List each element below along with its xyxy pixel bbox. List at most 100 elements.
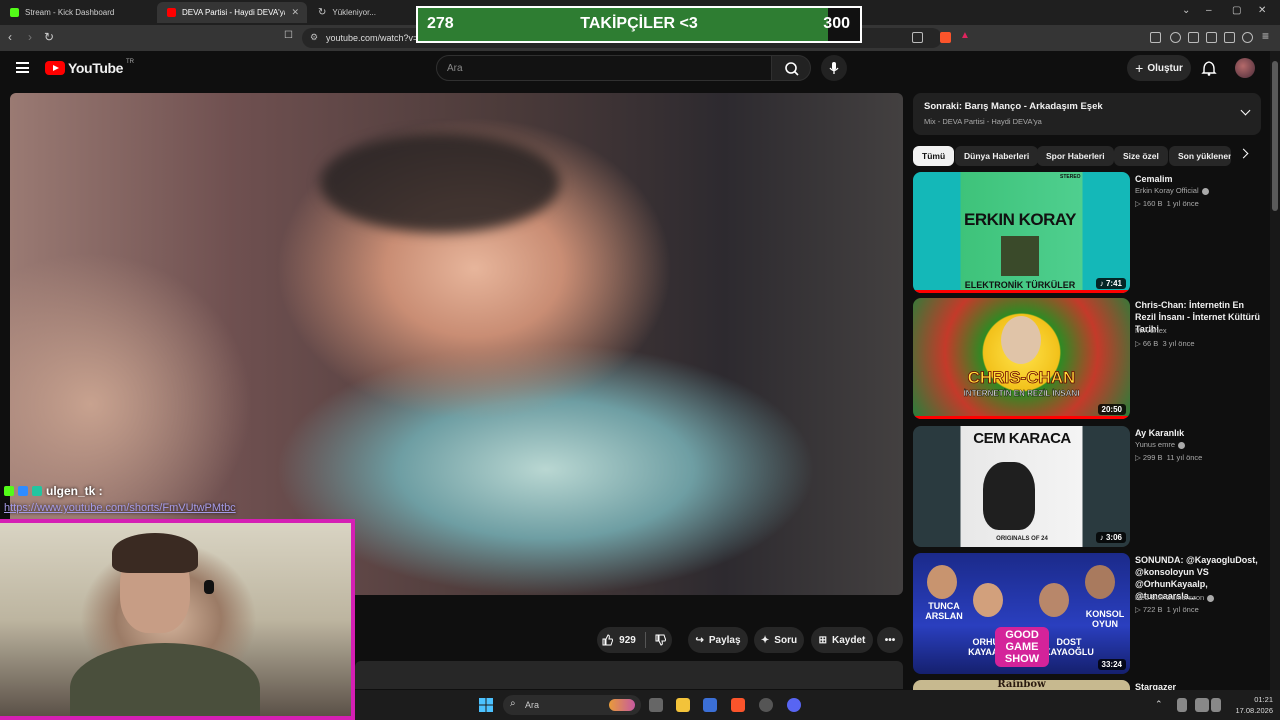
headset-mic-icon <box>204 580 214 594</box>
menu-icon[interactable]: ≡ <box>1262 29 1269 43</box>
rec-meta: ▷ 722 B 1 yıl önce <box>1135 605 1199 614</box>
task-view-icon[interactable] <box>649 698 663 712</box>
sidebar-icon[interactable] <box>1188 32 1199 43</box>
ask-button[interactable]: ✦ Soru <box>754 627 804 653</box>
like-button[interactable]: 929 <box>602 634 636 646</box>
tray-chevron-icon[interactable]: ⌃ <box>1155 699 1163 710</box>
cast-icon[interactable] <box>912 32 923 43</box>
rec-thumbnail[interactable]: Rainbow <box>913 680 1130 690</box>
scrollbar-thumb[interactable] <box>1272 61 1278 211</box>
chip-world-news[interactable]: Dünya Haberleri <box>955 146 1039 166</box>
rec-thumbnail[interactable]: TUNCA ARSLAN ORHUN KAYAALP DOST KAYAOĞLU… <box>913 553 1130 674</box>
maximize-icon[interactable]: ▢ <box>1232 5 1241 16</box>
taskbar-clock[interactable]: 01:21 17.08.2026 <box>1223 694 1273 716</box>
up-next-panel[interactable]: Sonraki: Barış Manço - Arkadaşım Eşek Mi… <box>913 93 1261 135</box>
obs-icon[interactable] <box>759 698 773 712</box>
thumbs-down-icon[interactable] <box>655 634 667 646</box>
thumbnail-subtext: ELEKTRONİK TÜRKÜLER <box>964 280 1076 290</box>
search-input[interactable]: Ara <box>436 55 772 81</box>
host-name: DOST KAYAOĞLU <box>1044 637 1094 657</box>
rec-channel[interactable]: Erkin Koray Official <box>1135 186 1209 195</box>
guide-menu-icon[interactable] <box>16 62 29 73</box>
rec-channel[interactable]: Mr.Vortex <box>1135 326 1167 335</box>
tab-youtube[interactable]: DEVA Partisi - Haydi DEVA'ya - Y ✕ <box>157 2 307 23</box>
rec-title[interactable]: Ay Karanlık <box>1135 427 1265 439</box>
rec-thumbnail[interactable]: CEM KARACA ORIGINALS OF 24 ♪ 3:06 <box>913 426 1130 547</box>
tab-list-icon[interactable]: ⌄ <box>1182 5 1190 16</box>
media-icon[interactable] <box>1170 32 1181 43</box>
chip-sports-news[interactable]: Spor Haberleri <box>1037 146 1114 166</box>
discord-icon[interactable] <box>787 698 801 712</box>
watch-progress-bar <box>913 416 1130 419</box>
microphone-tray-icon[interactable] <box>1177 698 1187 712</box>
close-tab-icon[interactable]: ✕ <box>291 7 299 18</box>
watch-progress-bar <box>913 290 1130 293</box>
rec-thumbnail[interactable]: ERKIN KORAY STEREO ELEKTRONİK TÜRKÜLER ♪… <box>913 172 1130 293</box>
chevron-right-icon[interactable] <box>1238 148 1249 159</box>
youtube-logo[interactable]: YouTube TR <box>45 59 134 76</box>
rec-views: 299 B <box>1142 453 1163 462</box>
voice-search-button[interactable] <box>821 55 847 81</box>
brave-shields-icon[interactable] <box>940 32 951 43</box>
brave-browser-icon[interactable] <box>731 698 745 712</box>
chip-all[interactable]: Tümü <box>913 146 955 166</box>
page-scrollbar[interactable] <box>1270 51 1280 695</box>
windows-start-icon[interactable] <box>479 698 493 712</box>
youtube-logo-text: YouTube <box>68 60 124 76</box>
bookmark-icon[interactable]: ☐ <box>284 30 293 41</box>
account-avatar[interactable] <box>1235 58 1255 78</box>
rec-thumbnail[interactable]: CHRIS-CHAN İNTERNETİN EN REZİL İNSANI 20… <box>913 298 1130 419</box>
search-icon: ⌕ <box>510 698 516 709</box>
tab-kick-dashboard[interactable]: Stream - Kick Dashboard <box>0 2 155 23</box>
chat-message-header: ulgen_tk : <box>4 484 103 498</box>
rec-title[interactable]: Cemalim <box>1135 173 1265 185</box>
volume-icon[interactable] <box>1211 698 1221 712</box>
store-icon[interactable] <box>703 698 717 712</box>
save-button[interactable]: ⊞ Kaydet <box>811 627 873 653</box>
thumbnail-text: Rainbow <box>997 680 1046 690</box>
rec-meta: ▷ 160 B 1 yıl önce <box>1135 199 1199 208</box>
create-button[interactable]: + Oluştur <box>1127 55 1191 81</box>
share-button[interactable]: ↪ Paylaş <box>688 627 748 653</box>
tab-title: Yükleniyor... <box>332 8 376 17</box>
up-next-subtitle: Mix - DEVA Partisi - Haydi DEVA'ya <box>924 117 1042 126</box>
thumbs-up-icon <box>602 634 614 646</box>
youtube-play-icon <box>45 61 65 75</box>
chat-message-link: https://www.youtube.com/shorts/FmVUtwPMt… <box>4 502 236 514</box>
tab-loading[interactable]: ↻ Yükleniyor... <box>308 2 408 23</box>
search-highlight-icon <box>609 699 635 711</box>
file-explorer-icon[interactable] <box>676 698 690 712</box>
extensions-icon[interactable] <box>1150 32 1161 43</box>
notifications-bell-icon[interactable] <box>1201 60 1217 76</box>
thumbnail-text: GOOD GAME SHOW <box>995 627 1049 667</box>
forward-icon[interactable]: › <box>28 30 32 44</box>
display-icon[interactable] <box>1195 698 1209 712</box>
description-box[interactable] <box>355 661 903 689</box>
plus-icon: + <box>1135 60 1144 76</box>
brave-rewards-icon[interactable]: ▲ <box>960 30 971 41</box>
thumbnail-text: CEM KARACA <box>973 430 1071 447</box>
chip-for-you[interactable]: Size özel <box>1114 146 1168 166</box>
share-label: Paylaş <box>708 634 741 646</box>
chip-recently-uploaded[interactable]: Son yüklenen <box>1169 146 1231 166</box>
close-window-icon[interactable]: ✕ <box>1258 5 1266 16</box>
create-label: Oluştur <box>1147 62 1183 74</box>
chevron-down-icon[interactable] <box>1240 105 1251 116</box>
verified-check-icon <box>1178 441 1186 449</box>
youtube-header: YouTube TR Ara + Oluştur <box>0 51 1270 87</box>
leo-icon[interactable] <box>1224 32 1235 43</box>
site-info-icon[interactable]: ⚙ <box>310 32 318 43</box>
minimize-icon[interactable]: – <box>1206 5 1212 16</box>
vpn-icon[interactable] <box>1242 32 1253 43</box>
back-icon[interactable]: ‹ <box>8 30 12 44</box>
rec-channel[interactable]: Red Bull Gamerszon <box>1135 593 1215 602</box>
rec-channel[interactable]: Yunus emre <box>1135 440 1186 449</box>
rec-age: 11 yıl önce <box>1166 453 1203 462</box>
taskbar-search[interactable]: ⌕ Ara <box>503 695 641 715</box>
reload-icon[interactable]: ↻ <box>44 30 54 44</box>
search-button[interactable] <box>771 55 811 81</box>
wallet-icon[interactable] <box>1206 32 1217 43</box>
more-actions-button[interactable]: ••• <box>877 627 903 653</box>
views-icon: ▷ <box>1135 453 1143 462</box>
views-icon: ▷ <box>1135 339 1143 348</box>
